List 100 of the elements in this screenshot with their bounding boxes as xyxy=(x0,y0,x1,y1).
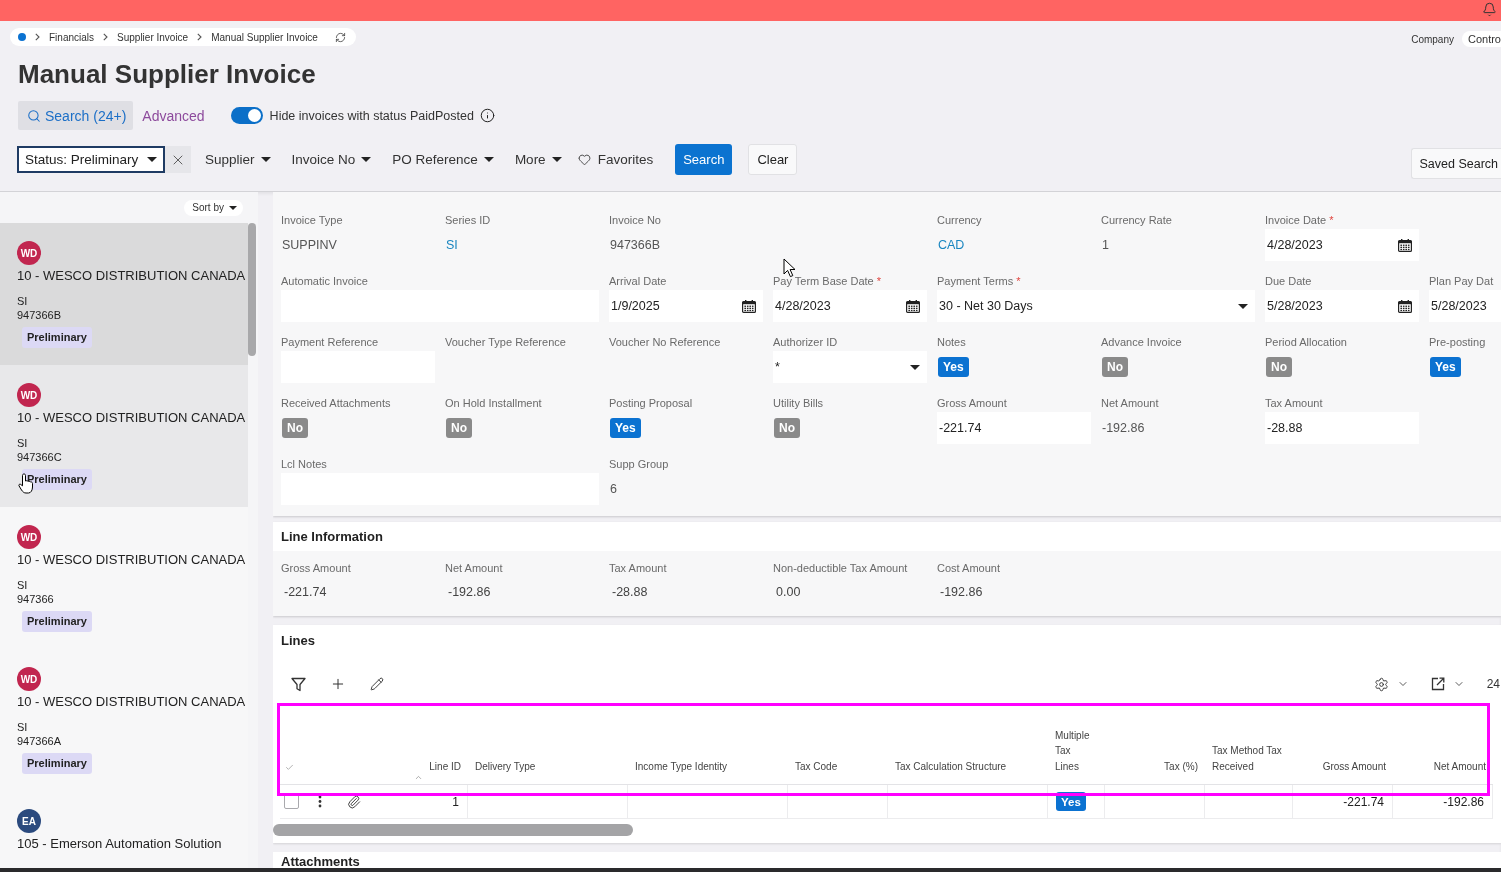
select-field[interactable]: 30 - Net 30 Days xyxy=(937,290,1255,322)
filter-dropdown[interactable]: More xyxy=(514,152,562,167)
field-label: Pre-posting xyxy=(1429,335,1486,349)
invoice-number: 947366 xyxy=(17,592,54,606)
field-link[interactable]: SI xyxy=(445,238,458,252)
filter-dropdown[interactable]: Supplier xyxy=(205,152,271,167)
table-cell: -221.74 xyxy=(1343,794,1384,809)
calendar-icon[interactable] xyxy=(1398,299,1412,313)
pencil-icon[interactable] xyxy=(370,677,384,691)
text-field[interactable]: -221.74 xyxy=(937,412,1091,444)
field-label: Automatic Invoice xyxy=(281,274,368,288)
field-label: Currency xyxy=(937,213,982,227)
section-header: Line Information xyxy=(273,522,1501,551)
column-header[interactable]: Tax Calculation Structure xyxy=(888,706,1048,784)
toggle-label: Hide invoices with status PaidPosted xyxy=(269,108,474,123)
clear-button[interactable]: Clear xyxy=(748,144,798,175)
invoice-number: 947366C xyxy=(17,450,62,464)
date-field[interactable]: 1/9/2025 xyxy=(609,290,763,322)
caret-down-icon xyxy=(229,205,237,210)
search-button[interactable]: Search xyxy=(675,144,733,175)
calendar-icon[interactable] xyxy=(742,299,756,313)
column-header[interactable]: Tax Code xyxy=(788,706,888,784)
chevron-right-icon xyxy=(35,33,40,41)
column-header[interactable]: Net Amount xyxy=(1393,706,1493,784)
yes-no-flag: Yes xyxy=(610,418,641,438)
filter-icon[interactable] xyxy=(291,676,306,692)
column-header[interactable]: Delivery Type xyxy=(468,706,628,784)
date-field[interactable]: 4/28/2023 xyxy=(1265,229,1419,261)
status-badge: Preliminary xyxy=(22,611,92,632)
filter-dropdown[interactable]: Invoice No xyxy=(291,152,372,167)
invoice-number: 947366A xyxy=(17,734,62,748)
info-icon[interactable] xyxy=(479,108,495,123)
date-field[interactable]: 5/28/2023 xyxy=(1265,290,1419,322)
breadcrumb-link[interactable]: Supplier Invoice xyxy=(117,31,189,43)
export-menu-button[interactable] xyxy=(1430,677,1465,691)
kebab-menu-icon[interactable] xyxy=(318,795,322,808)
field-value: SUPPINV xyxy=(281,238,337,252)
remove-filter-button[interactable] xyxy=(165,146,191,173)
invoice-list-item[interactable]: WD 10 - WESCO DISTRIBUTION CANADA SI 947366C Preliminary xyxy=(0,365,248,507)
yes-no-flag: No xyxy=(1266,357,1292,377)
heart-icon xyxy=(577,153,591,166)
caret-down-icon xyxy=(551,157,562,162)
field-label: Non-deductible Tax Amount xyxy=(773,561,908,575)
page-title: Manual Supplier Invoice xyxy=(18,59,316,89)
breadcrumb-link[interactable]: Financials xyxy=(49,31,95,43)
check-icon[interactable] xyxy=(285,763,294,772)
filter-dropdown[interactable]: PO Reference xyxy=(392,152,494,167)
scrollbar-thumb[interactable] xyxy=(248,223,256,356)
sort-button[interactable]: Sort by xyxy=(184,199,243,216)
supplier-name: 10 - WESCO DISTRIBUTION CANADA xyxy=(17,694,246,709)
settings-menu-button[interactable] xyxy=(1373,676,1409,692)
status-filter[interactable]: Status: Preliminary xyxy=(17,146,165,173)
favorites-button[interactable]: Favorites xyxy=(577,152,654,167)
text-field[interactable]: -28.88 xyxy=(1265,412,1419,444)
calendar-icon[interactable] xyxy=(906,299,920,313)
search-button[interactable]: Search (24+) xyxy=(18,101,134,130)
dot-icon[interactable] xyxy=(18,33,26,41)
date-field[interactable]: 4/28/2023 xyxy=(773,290,927,322)
field-label: Tax Amount xyxy=(1265,396,1323,410)
bell-icon[interactable] xyxy=(1482,2,1497,17)
calendar-icon[interactable] xyxy=(1398,238,1412,252)
column-header[interactable]: Income Type Identity xyxy=(628,706,788,784)
scrollbar-thumb[interactable] xyxy=(273,824,633,836)
column-header[interactable]: Tax (%) xyxy=(1105,706,1205,784)
yes-no-flag: No xyxy=(1102,357,1128,377)
text-field[interactable]: 5/28/2023 xyxy=(1429,290,1501,322)
status-badge: Preliminary xyxy=(22,753,92,774)
paperclip-icon[interactable] xyxy=(347,794,361,809)
avatar: WD xyxy=(17,667,41,691)
field-label: Voucher No Reference xyxy=(609,335,721,349)
field-label: Invoice No xyxy=(609,213,661,227)
search-icon xyxy=(27,108,41,123)
toggle-switch[interactable] xyxy=(230,107,263,124)
select-field[interactable]: * xyxy=(773,351,927,383)
export-icon xyxy=(1430,677,1445,691)
field-value: 1 xyxy=(1101,238,1109,252)
caret-down-icon xyxy=(483,157,494,162)
supplier-name: 10 - WESCO DISTRIBUTION CANADA xyxy=(17,410,246,425)
section-title: Lines xyxy=(280,633,315,648)
plus-icon[interactable] xyxy=(330,676,346,692)
field-value: 6 xyxy=(609,482,617,496)
supplier-name: 10 - WESCO DISTRIBUTION CANADA xyxy=(17,268,246,283)
avatar: WD xyxy=(17,241,41,265)
column-header[interactable]: Multiple Tax Lines xyxy=(1048,706,1105,784)
field-label: Invoice Date xyxy=(1265,213,1327,227)
company-selector[interactable]: Contro xyxy=(1461,31,1501,47)
column-header[interactable]: Gross Amount xyxy=(1293,706,1393,784)
field-link[interactable]: CAD xyxy=(937,238,965,252)
field-label: Supp Group xyxy=(609,457,669,471)
invoice-list-item[interactable]: WD 10 - WESCO DISTRIBUTION CANADA SI 947366B Preliminary xyxy=(0,223,248,365)
column-header[interactable]: Line ID xyxy=(368,706,468,784)
mouse-pointer-icon xyxy=(783,258,796,278)
advanced-link[interactable]: Advanced xyxy=(142,107,205,124)
caret-down-icon xyxy=(910,364,920,370)
saved-search-button[interactable]: Saved Search xyxy=(1411,148,1501,179)
field-label: Arrival Date xyxy=(609,274,667,288)
table-cell: -192.86 xyxy=(1443,794,1484,809)
breadcrumb-link[interactable]: Manual Supplier Invoice xyxy=(211,31,318,43)
refresh-icon[interactable] xyxy=(334,31,346,43)
column-header[interactable]: Tax Method Tax Received xyxy=(1205,706,1293,784)
